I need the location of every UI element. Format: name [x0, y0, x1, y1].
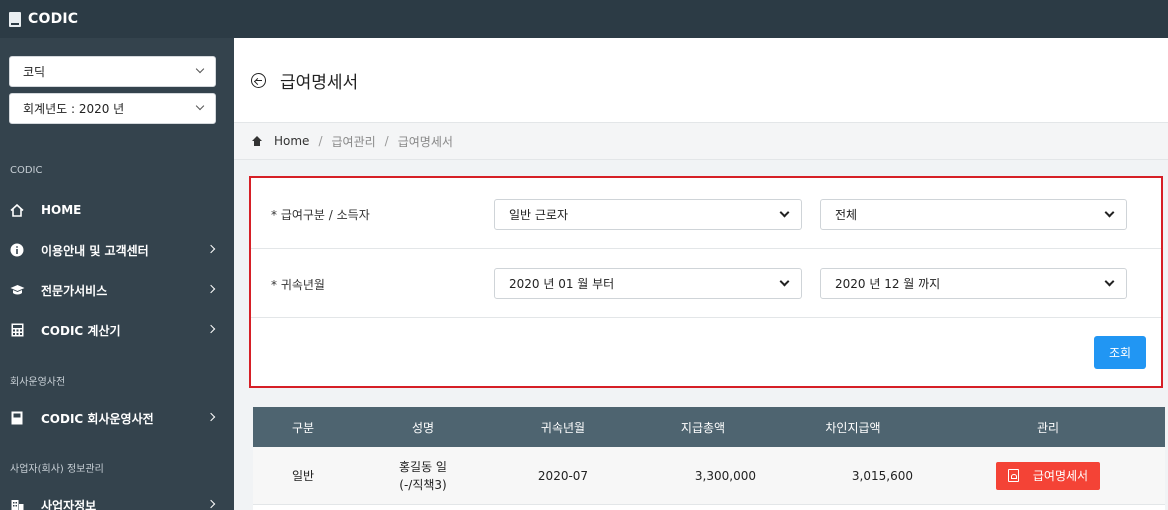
back-arrow-icon[interactable] — [251, 72, 266, 88]
chevron-down-icon — [1104, 276, 1115, 287]
chevron-down-icon — [779, 207, 790, 218]
chevron-down-icon — [195, 64, 205, 74]
column-header-month: 귀속년월 — [540, 420, 586, 435]
sidebar-item-label: CODIC 회사운영사전 — [41, 411, 154, 426]
column-header-net: 차인지급액 — [825, 420, 881, 435]
chevron-down-icon — [1104, 207, 1115, 218]
column-header-type: 구분 — [291, 420, 315, 435]
breadcrumb-home[interactable]: Home — [274, 134, 309, 148]
breadcrumb-payroll[interactable]: 급여관리 — [331, 133, 375, 150]
from-month-select[interactable]: 2020 년 01 월 부터 — [494, 268, 802, 299]
chevron-right-icon — [206, 284, 216, 294]
chevron-right-icon — [206, 244, 216, 254]
cell-net: 3,015,600 — [851, 468, 913, 483]
home-icon — [9, 202, 25, 218]
column-header-actions: 관리 — [1036, 420, 1060, 435]
book-icon — [9, 410, 25, 426]
fiscal-year-select[interactable]: 회계년도 : 2020 년 — [9, 93, 216, 124]
filter-row-month: * 귀속년월 2020 년 01 월 부터 2020 년 12 월 까지 — [251, 249, 1161, 318]
info-icon — [9, 242, 25, 258]
cell-name: 홍길동 일 (-/직책3) — [353, 447, 493, 504]
search-button[interactable]: 조회 — [1094, 336, 1146, 369]
sidebar-item-label: CODIC 계산기 — [41, 323, 121, 338]
cell-type: 일반 — [291, 469, 315, 483]
employee-position: (-/직책3) — [399, 477, 447, 492]
month-label: * 귀속년월 — [271, 278, 325, 292]
company-select-value: 코딕 — [23, 65, 46, 79]
sidebar-item-calculator[interactable]: CODIC 계산기 — [0, 310, 234, 350]
chevron-down-icon — [195, 101, 205, 111]
page-title: 급여명세서 — [280, 72, 359, 93]
cell-actions: 급여명세서 — [943, 447, 1153, 504]
earner-select-value: 전체 — [835, 208, 858, 222]
chevron-right-icon — [206, 412, 216, 422]
sidebar-item-expert-service[interactable]: 전문가서비스 — [0, 270, 234, 310]
filter-row-pay-type: * 급여구분 / 소득자 일반 근로자 전체 — [251, 178, 1161, 249]
page-header: 급여명세서 — [234, 38, 1168, 123]
chevron-right-icon — [206, 324, 216, 334]
sidebar-item-business-info[interactable]: 사업자정보 — [0, 485, 234, 510]
to-month-select[interactable]: 2020 년 12 월 까지 — [820, 268, 1127, 299]
cell-month: 2020-07 — [537, 468, 589, 483]
sidebar-item-company-dictionary[interactable]: CODIC 회사운영사전 — [0, 398, 234, 438]
column-header-gross: 지급총액 — [680, 420, 726, 435]
graduation-cap-icon — [9, 282, 25, 298]
employee-name: 홍길동 일 — [399, 459, 447, 474]
chevron-down-icon — [779, 276, 790, 287]
table-row: 일반 홍길동 일 (-/직책3) 2020-07 3,300,000 3,015… — [253, 447, 1165, 505]
sidebar-item-help-center[interactable]: 이용안내 및 고객센터 — [0, 230, 234, 270]
sidebar: 코딕 회계년도 : 2020 년 CODIC HOME 이용안내 및 고객센터 … — [0, 38, 234, 510]
sidebar-item-label: 사업자정보 — [41, 498, 97, 510]
breadcrumb-separator: / — [384, 134, 389, 148]
earner-select[interactable]: 전체 — [820, 199, 1127, 230]
payslip-pdf-button[interactable]: 급여명세서 — [996, 461, 1100, 490]
sidebar-item-home[interactable]: HOME — [0, 190, 234, 230]
sidebar-item-label: 이용안내 및 고객센터 — [41, 243, 149, 258]
book-icon — [9, 11, 21, 27]
fiscal-year-select-value: 회계년도 : 2020 년 — [23, 102, 125, 116]
table-header: 구분 성명 귀속년월 지급총액 차인지급액 관리 — [253, 407, 1165, 447]
section-label-codic: CODIC — [10, 165, 43, 176]
section-label-dictionary: 회사운영사전 — [10, 377, 66, 388]
breadcrumb: Home / 급여관리 / 급여명세서 — [234, 123, 1168, 160]
brand-logo[interactable]: CODIC — [28, 11, 78, 27]
pay-type-select[interactable]: 일반 근로자 — [494, 199, 802, 230]
calculator-icon — [9, 322, 25, 338]
company-select[interactable]: 코딕 — [9, 56, 216, 87]
section-label-business: 사업자(회사) 정보관리 — [10, 464, 104, 475]
pay-type-select-value: 일반 근로자 — [509, 208, 569, 222]
breadcrumb-separator: / — [318, 134, 323, 148]
sidebar-item-label: 전문가서비스 — [41, 283, 108, 298]
to-month-select-value: 2020 년 12 월 까지 — [835, 277, 941, 291]
from-month-select-value: 2020 년 01 월 부터 — [509, 277, 615, 291]
column-header-name: 성명 — [411, 420, 435, 435]
payslip-pdf-label: 급여명세서 — [1032, 469, 1089, 483]
home-icon — [251, 135, 263, 147]
building-icon — [9, 497, 25, 510]
payslip-table: 구분 성명 귀속년월 지급총액 차인지급액 관리 일반 홍길동 일 (-/직책3… — [253, 407, 1165, 510]
breadcrumb-current: 급여명세서 — [397, 134, 453, 149]
sidebar-item-label: HOME — [41, 203, 82, 217]
filter-panel: * 급여구분 / 소득자 일반 근로자 전체 * 귀속년월 2020 년 01 … — [249, 176, 1163, 388]
top-bar: CODIC — [0, 0, 1168, 38]
chevron-right-icon — [206, 499, 216, 509]
pay-type-label: * 급여구분 / 소득자 — [271, 208, 370, 222]
cell-gross: 3,300,000 — [694, 468, 756, 483]
pdf-file-icon — [1007, 469, 1019, 482]
